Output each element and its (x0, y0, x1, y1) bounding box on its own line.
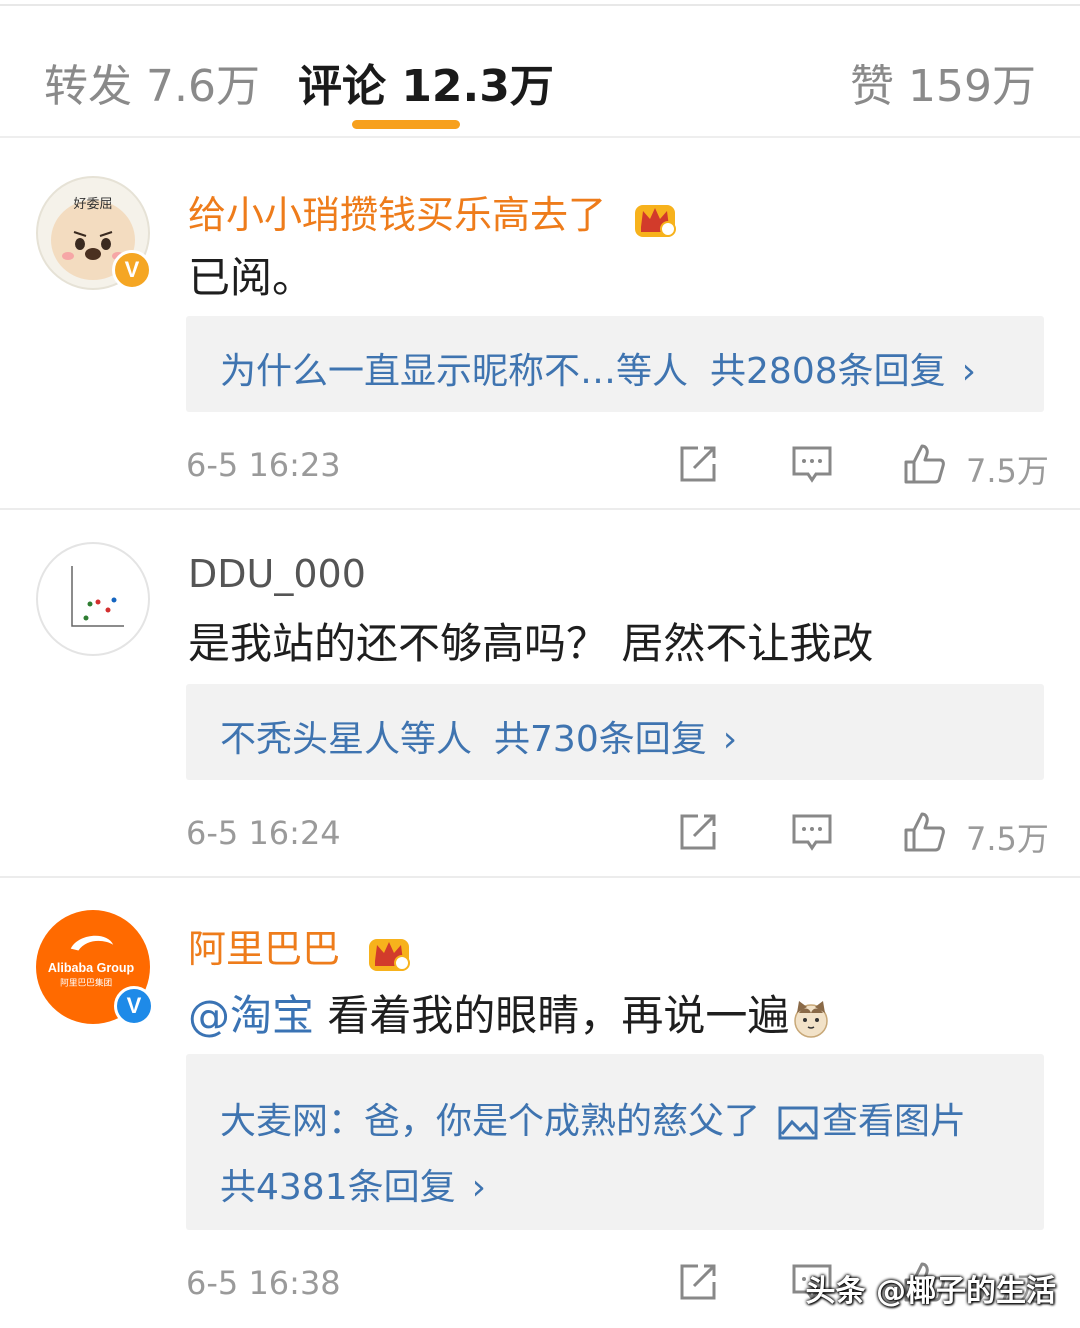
reply-preview: 大麦网：爸，你是个成熟的慈父了 (220, 1101, 761, 1142)
comment-time: 6-5 16:38 (186, 1264, 341, 1302)
view-image-link[interactable]: 查看图片 (822, 1101, 966, 1142)
comment-time: 6-5 16:23 (186, 446, 341, 484)
comment-icon[interactable] (790, 442, 834, 486)
svg-text:Alibaba Group: Alibaba Group (48, 961, 135, 975)
tab-bar: 转发 7.6万 评论 12.3万 赞 159万 (0, 6, 1080, 138)
chevron-right-icon: › (471, 1167, 487, 1208)
like-count[interactable]: 7.5万 (966, 814, 1049, 860)
comment-text: 已阅。 (188, 253, 315, 302)
reply-preview: 为什么一直显示昵称不…等人 (220, 351, 689, 392)
active-tab-indicator (352, 120, 460, 129)
comment-item: Alibaba Group 阿里巴巴集团 V 阿里巴巴 @淘宝 看着我的眼睛，再… (0, 880, 1080, 1328)
tab-repost[interactable]: 转发 7.6万 (44, 50, 260, 114)
avatar[interactable] (36, 542, 150, 656)
svg-text:好委屈: 好委屈 (73, 197, 112, 212)
username[interactable]: 给小小琑攒钱买乐高去了 (188, 184, 678, 239)
comment-item: 好委屈 V 给小小琑攒钱买乐高去了 已阅。 为什么一直显示昵称不…等人 共2808… (0, 140, 1080, 510)
comment-time: 6-5 16:24 (186, 814, 341, 852)
share-icon[interactable] (676, 442, 720, 486)
reply-preview: 不秃头星人等人 (220, 719, 473, 760)
cat-emoji-icon (794, 1000, 829, 1038)
replies-box[interactable]: 不秃头星人等人 共730条回复 › (186, 684, 1044, 780)
avatar[interactable]: 好委屈 V (36, 176, 152, 290)
username-text: 阿里巴巴 (188, 927, 341, 971)
verified-badge: V (114, 986, 154, 1026)
username-text: 给小小琑攒钱买乐高去了 (188, 193, 607, 237)
comment-item: DDU_000 是我站的还不够高吗？ 居然不让我改 不秃头星人等人 共730条回复… (0, 512, 1080, 878)
reply-count: 共730条回复 (494, 719, 707, 760)
username[interactable]: 阿里巴巴 (188, 918, 412, 973)
vip-crown-icon (635, 204, 677, 237)
thumbs-up-icon[interactable] (902, 442, 946, 486)
scatter-plot-icon (71, 566, 124, 627)
username[interactable]: DDU_000 (188, 552, 366, 596)
vip-crown-icon (369, 938, 411, 971)
verified-badge: V (112, 250, 152, 290)
avatar[interactable]: Alibaba Group 阿里巴巴集团 V (36, 910, 154, 1026)
replies-box[interactable]: 大麦网：爸，你是个成熟的慈父了 查看图片 共4381条回复 › (186, 1054, 1044, 1230)
like-count[interactable]: 7.5万 (966, 446, 1049, 492)
watermark: 头条 @椰子的生活 (805, 1274, 1056, 1309)
comment-body: 看着我的眼睛，再说一遍 (314, 991, 790, 1040)
share-icon[interactable] (676, 810, 720, 854)
thumbs-up-icon[interactable] (902, 810, 946, 854)
reply-count: 共4381条回复 (220, 1167, 456, 1208)
comment-text: 是我站的还不够高吗？ 居然不让我改 (188, 619, 874, 668)
image-icon (778, 1106, 818, 1140)
share-icon[interactable] (676, 1260, 720, 1304)
chevron-right-icon: › (722, 719, 738, 760)
comment-text: @淘宝 看着我的眼睛，再说一遍 (188, 982, 831, 1043)
svg-text:阿里巴巴集团: 阿里巴巴集团 (60, 976, 112, 988)
reply-count: 共2808条回复 (710, 351, 946, 392)
tab-like[interactable]: 赞 159万 (850, 50, 1036, 114)
replies-box[interactable]: 为什么一直显示昵称不…等人 共2808条回复 › (186, 316, 1044, 412)
comment-icon[interactable] (790, 810, 834, 854)
chevron-right-icon: › (961, 351, 977, 392)
mention-link[interactable]: @淘宝 (188, 991, 314, 1040)
